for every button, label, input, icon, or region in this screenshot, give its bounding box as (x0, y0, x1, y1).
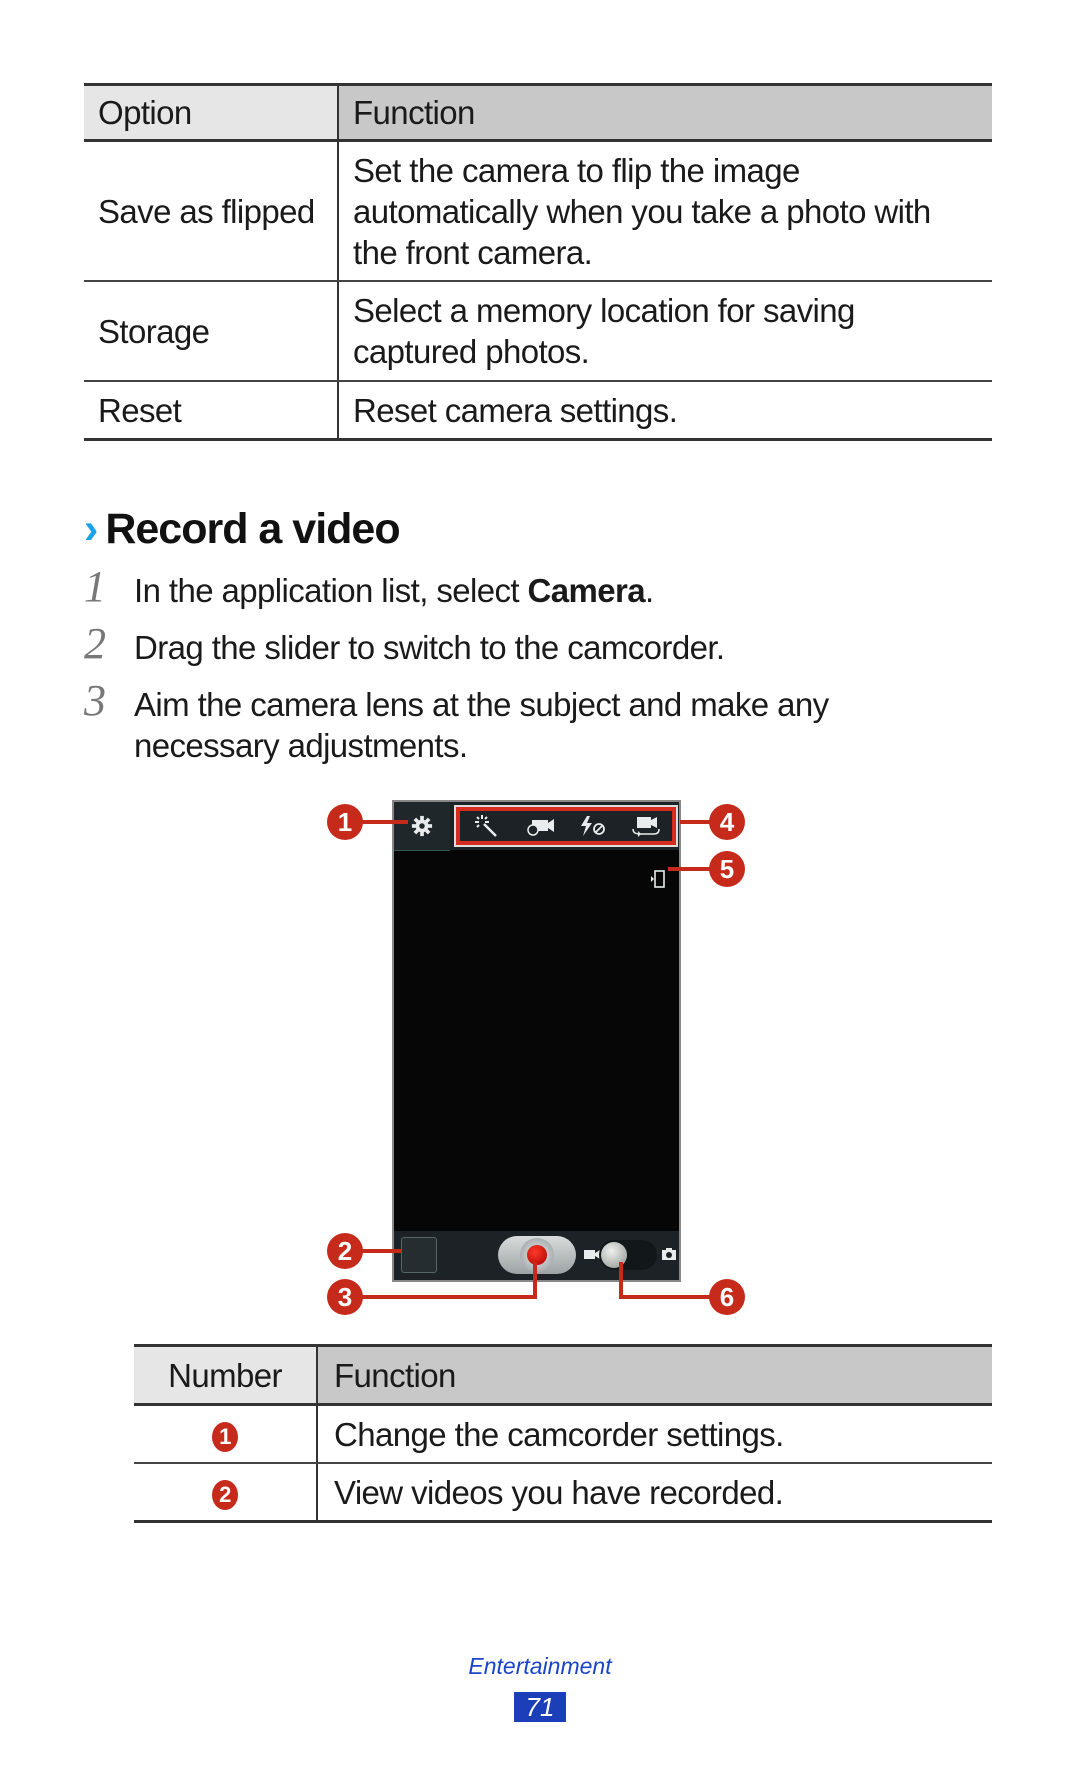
step-item: 1 In the application list, select Camera… (84, 565, 984, 611)
effects-button[interactable] (469, 813, 505, 839)
table-header-row: Option Function (84, 84, 992, 141)
storage-indicator-icon (651, 870, 665, 888)
callout-leader (362, 1249, 402, 1253)
flash-button[interactable] (575, 813, 611, 839)
callout-leader (619, 1295, 712, 1299)
page-number: 71 (514, 1692, 566, 1722)
number-cell: 2 (134, 1463, 318, 1523)
number-cell: 1 (134, 1404, 318, 1464)
camcorder-screenshot (392, 800, 681, 1282)
switch-camera-button[interactable] (628, 813, 664, 839)
callout-leader (619, 1262, 623, 1298)
table-row: 1 Change the camcorder settings. (134, 1404, 992, 1464)
record-button-ring (520, 1238, 554, 1272)
function-cell: Change the camcorder settings. (317, 1404, 992, 1464)
header-number: Number (134, 1344, 318, 1406)
callout-3: 3 (327, 1279, 363, 1315)
record-dot-icon (527, 1245, 547, 1265)
function-cell: Select a memory location for saving capt… (338, 281, 992, 382)
camera-mode-switch[interactable] (599, 1240, 657, 1270)
table-row: Save as flipped Set the camera to flip t… (84, 140, 992, 282)
step-text: In the application list, select (134, 572, 528, 609)
callout-1: 1 (327, 804, 363, 840)
callout-leader (533, 1262, 537, 1298)
function-cell: View videos you have recorded. (317, 1463, 992, 1523)
number-table: Number Function 1 Change the camcorder s… (134, 1344, 992, 1523)
step-number: 3 (84, 676, 106, 725)
footer-section-name: Entertainment (468, 1653, 612, 1679)
callout-leader (680, 820, 712, 824)
gear-icon (411, 815, 433, 837)
option-cell: Save as flipped (84, 140, 339, 282)
gallery-thumbnail-button[interactable] (401, 1237, 437, 1273)
callout-leader (362, 820, 408, 824)
callout-2: 2 (327, 1233, 363, 1269)
section-heading: › Record a video (84, 505, 401, 554)
steps-list: 1 In the application list, select Camera… (84, 565, 984, 782)
camera-mode-icon (662, 1248, 676, 1260)
table-header-row: Number Function (134, 1344, 992, 1406)
callout-5: 5 (709, 851, 745, 887)
table-row: Reset Reset camera settings. (84, 381, 992, 441)
step-number: 1 (84, 562, 106, 611)
step-text: Drag the slider to switch to the camcord… (134, 629, 725, 666)
callout-leader (362, 1295, 537, 1299)
settings-button[interactable] (394, 802, 450, 851)
chevron-right-icon: › (84, 505, 98, 553)
step-bold-text: Camera (527, 572, 646, 609)
step-item: 2 Drag the slider to switch to the camco… (84, 622, 984, 668)
option-cell: Reset (84, 381, 339, 441)
number-badge: 1 (212, 1421, 238, 1452)
flash-off-icon (580, 816, 605, 836)
section-title-text: Record a video (105, 505, 400, 553)
header-function: Function (317, 1344, 992, 1406)
number-badge: 2 (212, 1479, 238, 1510)
camcorder-top-bar (394, 802, 679, 851)
switch-camera-icon (631, 817, 660, 837)
video-camera-icon (526, 819, 554, 836)
callout-6: 6 (709, 1279, 745, 1315)
step-text-end: . (645, 572, 654, 609)
options-table: Option Function Save as flipped Set the … (84, 83, 992, 441)
quick-settings-shortcuts (454, 805, 678, 847)
recording-mode-button[interactable] (522, 813, 558, 839)
option-cell: Storage (84, 281, 339, 382)
step-text: Aim the camera lens at the subject and m… (134, 686, 829, 764)
callout-4: 4 (709, 804, 745, 840)
record-button[interactable] (498, 1236, 576, 1274)
mode-switch-knob[interactable] (601, 1242, 627, 1268)
function-cell: Set the camera to flip the image automat… (338, 140, 992, 282)
table-row: Storage Select a memory location for sav… (84, 281, 992, 382)
video-mode-icon (584, 1250, 600, 1259)
step-item: 3 Aim the camera lens at the subject and… (84, 679, 934, 766)
header-function: Function (338, 84, 992, 141)
step-number: 2 (84, 619, 106, 668)
function-cell: Reset camera settings. (338, 381, 992, 441)
callout-leader (668, 867, 712, 871)
header-option: Option (84, 84, 339, 141)
magic-wand-icon (474, 815, 497, 837)
table-row: 2 View videos you have recorded. (134, 1463, 992, 1523)
